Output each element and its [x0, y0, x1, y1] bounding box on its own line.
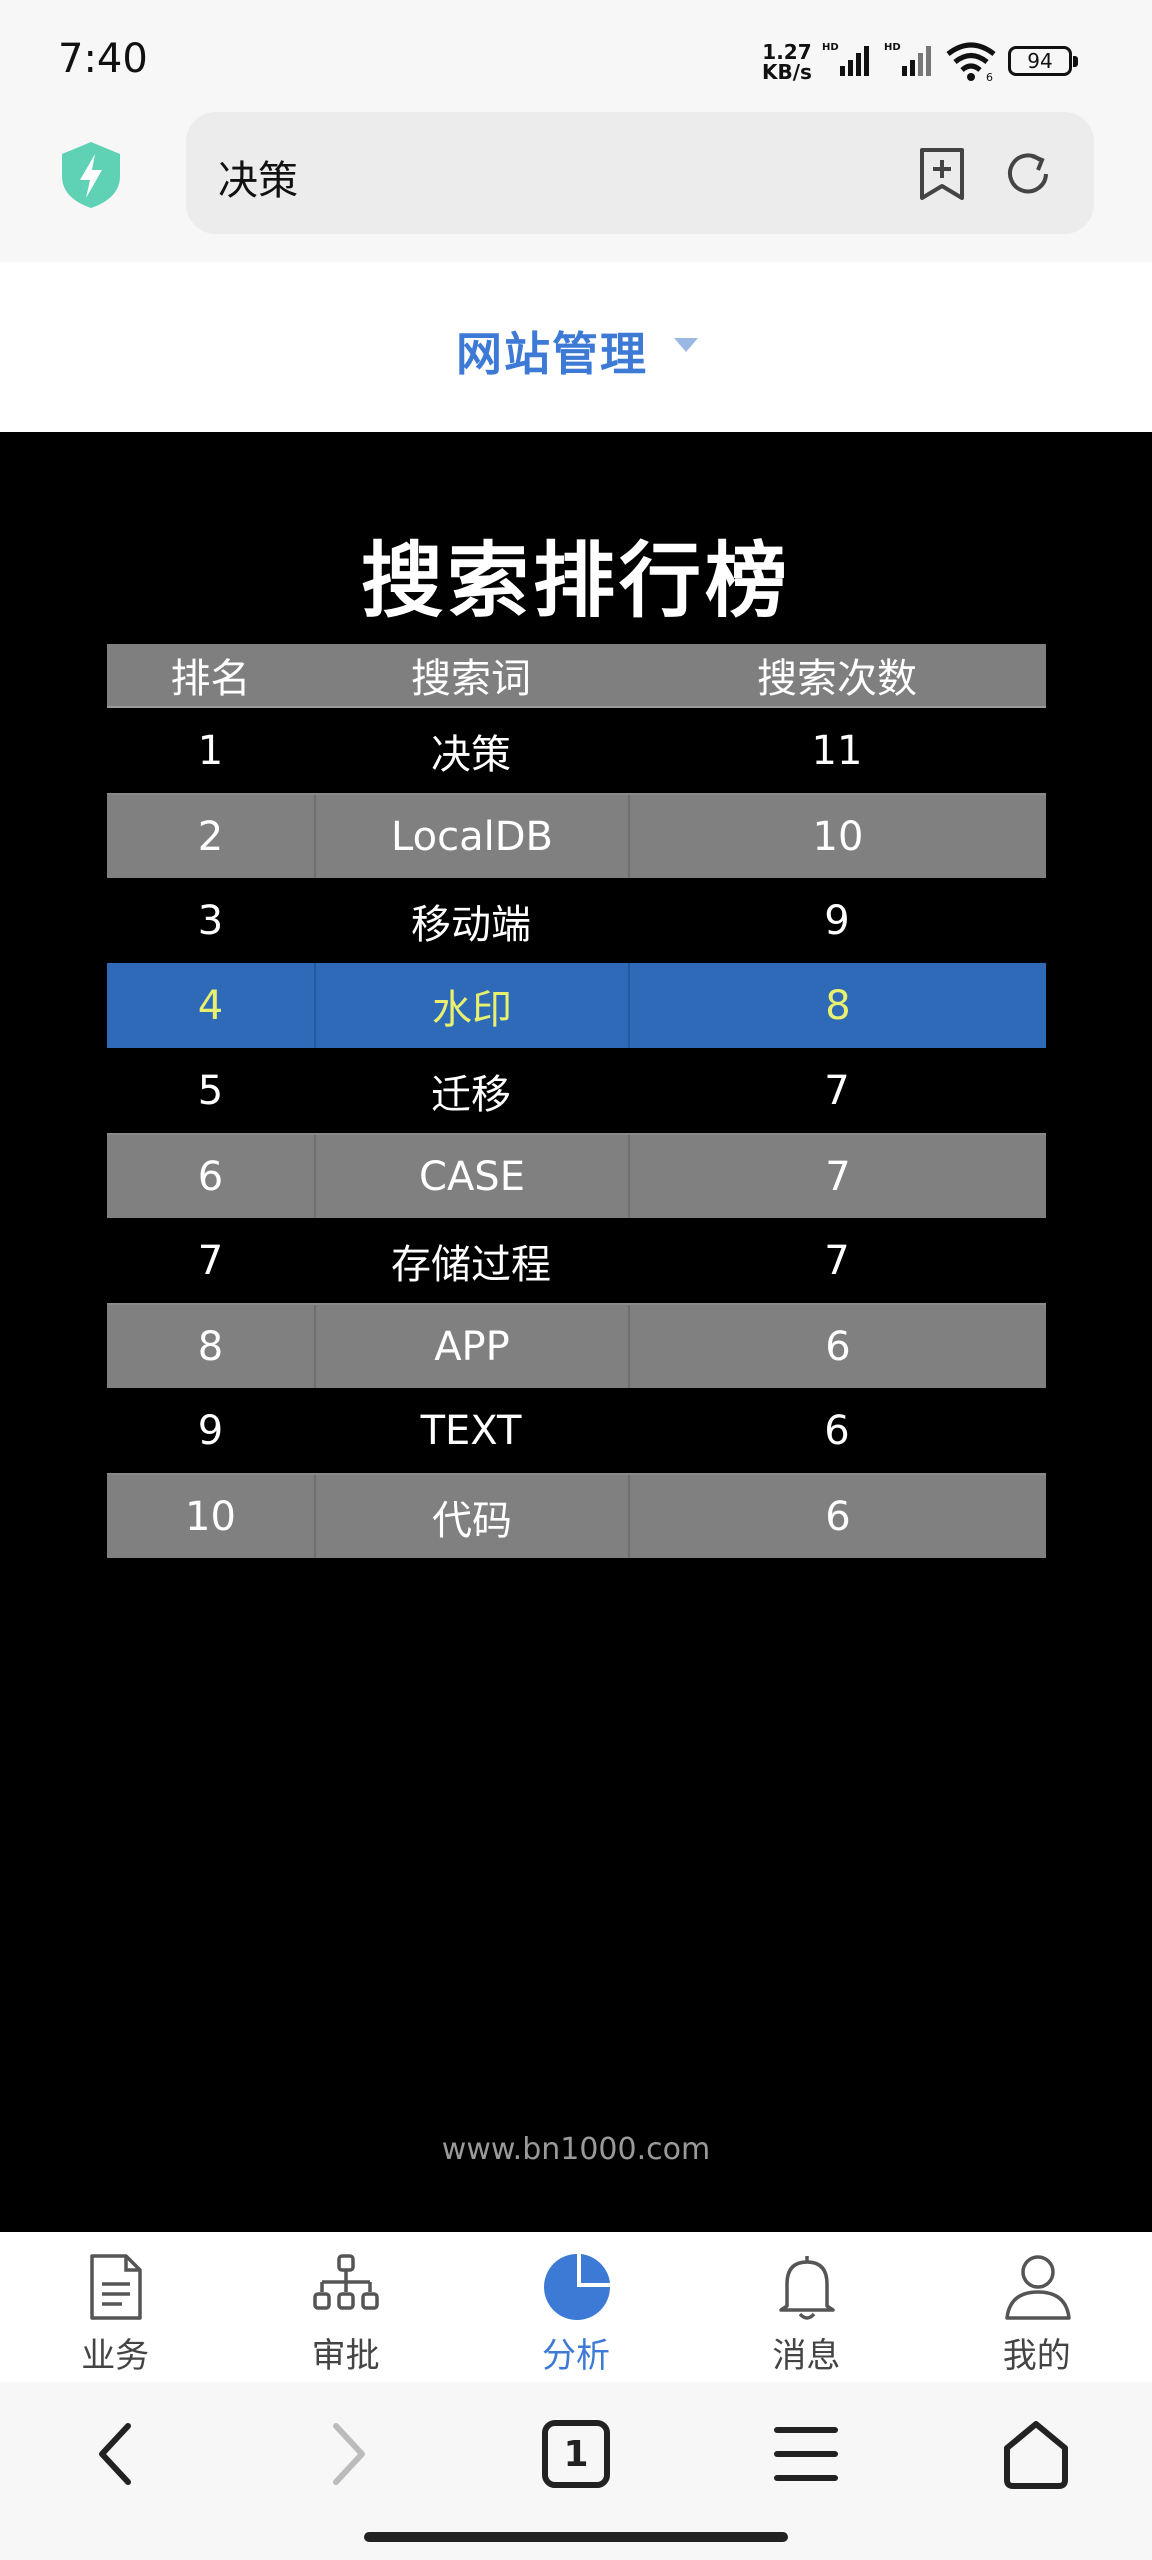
table-row[interactable]: 7 存储过程 7: [107, 1218, 1046, 1303]
rank-cell: 1: [197, 727, 224, 774]
org-chart-icon: [313, 2254, 380, 2310]
column-header-term: 搜索词: [411, 656, 531, 702]
term-cell: CASE: [314, 1135, 628, 1218]
svg-text:6: 6: [986, 71, 993, 82]
user-icon: [1004, 2255, 1071, 2320]
count-cell: 11: [811, 727, 863, 774]
address-text[interactable]: 决策: [218, 148, 298, 206]
count-cell: 7: [824, 1067, 850, 1114]
tab-mine[interactable]: 我的: [922, 2232, 1152, 2382]
site-management-dropdown[interactable]: 网站管理: [456, 318, 648, 384]
column-header-count: 搜索次数: [757, 656, 917, 702]
table-row[interactable]: 2 LocalDB 10: [107, 793, 1046, 878]
table-row[interactable]: 1 决策 11: [107, 708, 1046, 793]
forward-icon[interactable]: [312, 2418, 382, 2490]
network-speed: 1.27 KB/s: [762, 40, 812, 84]
status-time: 7:40: [58, 36, 148, 82]
home-icon[interactable]: [1001, 2418, 1071, 2490]
table-row[interactable]: 10 代码 6: [107, 1473, 1046, 1558]
signal-icon: HD: [822, 42, 869, 76]
table-row[interactable]: 5 迁移 7: [107, 1048, 1046, 1133]
column-header-rank: 排名: [170, 656, 251, 702]
count-cell: 6: [824, 1407, 850, 1454]
term-cell: 存储过程: [391, 1241, 551, 1288]
count-cell: 10: [628, 795, 1046, 878]
term-cell: 代码: [314, 1475, 628, 1558]
count-cell: 7: [628, 1135, 1046, 1218]
rank-cell: 10: [185, 1493, 236, 1540]
footer-watermark: www.bn1000.com: [441, 2132, 711, 2167]
ranking-table: 排名 搜索词 搜索次数 1 决策 11 2 LocalDB 10 3 移动端 9…: [107, 644, 1046, 1558]
browser-header: 决策: [0, 110, 1152, 262]
rank-cell: 3: [197, 897, 224, 944]
table-row[interactable]: 6 CASE 7: [107, 1133, 1046, 1218]
tab-count[interactable]: 1: [541, 2418, 611, 2490]
table-row[interactable]: 8 APP 6: [107, 1303, 1046, 1388]
rank-cell: 4: [197, 982, 224, 1029]
term-cell: 移动端: [411, 901, 531, 948]
menu-icon[interactable]: [771, 2418, 841, 2490]
table-row[interactable]: 9 TEXT 6: [107, 1388, 1046, 1473]
pie-chart-icon: [543, 2254, 610, 2320]
table-row[interactable]: 3 移动端 9: [107, 878, 1046, 963]
table-row-selected[interactable]: 4 水印 8: [107, 963, 1046, 1048]
wifi-icon: 6: [946, 42, 996, 82]
term-cell: TEXT: [420, 1407, 522, 1454]
count-cell: 8: [628, 963, 1046, 1048]
shield-icon[interactable]: [58, 140, 124, 210]
count-cell: 7: [824, 1237, 850, 1284]
term-cell: 决策: [431, 731, 511, 778]
term-cell: 水印: [314, 963, 628, 1048]
count-cell: 6: [628, 1305, 1046, 1388]
browser-nav-bar: 1: [0, 2382, 1152, 2560]
rank-cell: 6: [197, 1153, 224, 1200]
tab-label: 业务: [81, 2336, 150, 2376]
battery-indicator: 94: [1008, 46, 1078, 76]
back-icon[interactable]: [82, 2418, 152, 2490]
tab-label: 我的: [1002, 2336, 1071, 2376]
rank-cell: 2: [197, 813, 224, 860]
status-bar: 7:40 1.27 KB/s HD HD 6 94: [0, 0, 1152, 110]
count-cell: 9: [824, 897, 850, 944]
app-tab-bar: 业务 审批 分析 消息 我的: [0, 2232, 1152, 2382]
tab-business[interactable]: 业务: [0, 2232, 230, 2382]
signal-icon: HD: [884, 42, 931, 76]
svg-text:HD: HD: [822, 42, 839, 53]
add-bookmark-icon[interactable]: [916, 146, 968, 202]
rank-cell: 5: [197, 1067, 224, 1114]
report-canvas: 搜索排行榜 排名 搜索词 搜索次数 1 决策 11 2 LocalDB 10 3…: [0, 432, 1152, 2232]
rank-cell: 9: [197, 1407, 224, 1454]
tab-approval[interactable]: 审批: [230, 2232, 460, 2382]
tab-messages[interactable]: 消息: [691, 2232, 921, 2382]
rank-cell: 7: [197, 1237, 224, 1284]
gesture-bar[interactable]: [364, 2532, 788, 2542]
site-selector-bar: 网站管理: [0, 262, 1152, 432]
table-header: 排名 搜索词 搜索次数: [107, 644, 1046, 708]
count-cell: 6: [628, 1475, 1046, 1558]
tab-label: 分析: [541, 2336, 610, 2376]
bell-icon: [779, 2256, 835, 2320]
term-cell: APP: [314, 1305, 628, 1388]
tab-label: 审批: [311, 2336, 380, 2376]
tab-analysis[interactable]: 分析: [461, 2232, 691, 2382]
page-title: 搜索排行榜: [360, 534, 791, 629]
svg-text:HD: HD: [884, 42, 901, 53]
chevron-down-icon[interactable]: [674, 338, 698, 352]
rank-cell: 8: [197, 1323, 224, 1370]
term-cell: 迁移: [431, 1071, 511, 1118]
address-bar[interactable]: 决策: [186, 112, 1094, 234]
tab-label: 消息: [772, 2336, 841, 2376]
term-cell: LocalDB: [314, 795, 628, 878]
document-icon: [90, 2254, 142, 2320]
reload-icon[interactable]: [1002, 148, 1054, 200]
